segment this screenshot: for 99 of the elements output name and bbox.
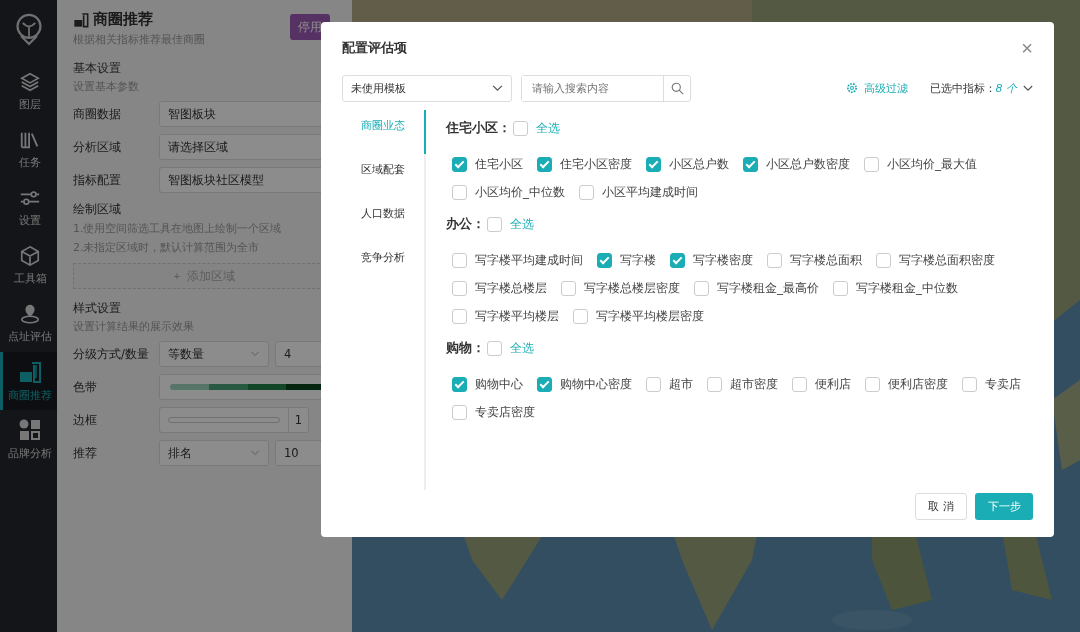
checkbox-label[interactable]: 写字楼总楼层密度 (584, 279, 680, 297)
search-icon[interactable] (670, 81, 684, 95)
checkbox[interactable] (579, 184, 594, 200)
category-tab[interactable]: 竞争分析 (342, 242, 426, 286)
checkbox-label[interactable]: 小区平均建成时间 (602, 183, 698, 201)
chevron-down-icon[interactable] (1023, 84, 1033, 92)
field-label: 色带 (73, 379, 98, 395)
sidebar-item[interactable]: 任务 (0, 120, 57, 178)
section-heading: 绘制区域 (73, 202, 122, 217)
close-button[interactable]: × (1021, 36, 1033, 60)
checkbox-label[interactable]: 小区总户数密度 (766, 155, 850, 173)
checkbox[interactable] (743, 156, 758, 172)
field-label: 推荐 (73, 445, 98, 461)
group-title: 住宅小区： (446, 119, 511, 137)
checkbox[interactable] (792, 376, 807, 392)
checkbox-label[interactable]: 购物中心 (475, 375, 523, 393)
template-select[interactable]: 未使用模板 (342, 74, 512, 102)
checkbox-label[interactable]: 写字楼租金_中位数 (856, 279, 958, 297)
field-label: 分级方式/数量 (73, 346, 150, 362)
checkbox[interactable] (513, 120, 528, 136)
checkbox[interactable] (452, 184, 467, 200)
checkbox[interactable] (561, 280, 576, 296)
category-tab[interactable]: 人口数据 (342, 198, 426, 242)
checkbox[interactable] (573, 308, 588, 324)
checkbox-label[interactable]: 写字楼租金_最高价 (717, 279, 819, 297)
checkbox[interactable] (452, 376, 467, 392)
panel-title: 商圈推荐 (93, 10, 153, 29)
checkbox[interactable] (452, 252, 467, 268)
checkbox-label[interactable]: 写字楼平均建成时间 (475, 251, 583, 269)
checkbox-label[interactable]: 住宅小区 (475, 155, 523, 173)
slider-value: 1 (287, 408, 308, 432)
dialog-title: 配置评估项 (342, 39, 407, 57)
checkbox-label[interactable]: 购物中心密度 (560, 375, 632, 393)
buildings-icon (18, 359, 42, 384)
buildings-icon (73, 11, 89, 28)
checkbox-label[interactable]: 专卖店 (985, 375, 1021, 393)
checkbox[interactable] (452, 280, 467, 296)
select-field[interactable]: 排名 (159, 440, 269, 466)
checkbox-label[interactable]: 写字楼总楼层 (475, 279, 547, 297)
sidebar-item[interactable]: 图层 (0, 62, 57, 120)
checkbox-label[interactable]: 写字楼总面积 (790, 251, 862, 269)
field-label: 分析区域 (73, 139, 122, 155)
checkbox[interactable] (487, 216, 502, 232)
sidebar-item[interactable]: 设置 (0, 178, 57, 236)
checkbox[interactable] (865, 376, 880, 392)
shapes-grid-icon (18, 417, 42, 442)
checkbox[interactable] (694, 280, 709, 296)
field-label: 商圈数据 (73, 106, 122, 122)
field-label: 指标配置 (73, 172, 122, 188)
checkbox[interactable] (487, 340, 502, 356)
checkbox-label[interactable]: 写字楼平均楼层密度 (596, 307, 704, 325)
checkbox[interactable] (597, 252, 612, 268)
checkbox[interactable] (537, 156, 552, 172)
checkbox[interactable] (537, 376, 552, 392)
chevron-down-icon (492, 84, 503, 92)
cancel-button[interactable]: 取 消 (915, 493, 967, 520)
checkbox-label[interactable]: 小区总户数 (669, 155, 729, 173)
checkbox[interactable] (864, 156, 879, 172)
checkbox[interactable] (452, 404, 467, 420)
checkbox-label[interactable]: 便利店 (815, 375, 851, 393)
sidebar-item[interactable]: 品牌分析 (0, 410, 57, 468)
checkbox-label[interactable]: 小区均价_中位数 (475, 183, 565, 201)
section-heading: 基本设置 (73, 61, 122, 76)
checkbox-label[interactable]: 写字楼平均楼层 (475, 307, 559, 325)
checkbox[interactable] (452, 308, 467, 324)
select-field[interactable]: 等数量 (159, 341, 269, 367)
sidebar-item[interactable]: 工具箱 (0, 236, 57, 294)
field-label: 边框 (73, 412, 98, 428)
gear-icon (845, 82, 858, 94)
checkbox[interactable] (646, 156, 661, 172)
checkbox-label[interactable]: 便利店密度 (888, 375, 948, 393)
slider-field[interactable]: 1 (159, 407, 309, 433)
location-pin-icon (19, 302, 41, 325)
checkbox[interactable] (833, 280, 848, 296)
checkbox[interactable] (707, 376, 722, 392)
selected-count-label: 已选中指标： (929, 80, 996, 96)
sidebar-item[interactable]: 点址评估 (0, 294, 57, 352)
checkbox-label[interactable]: 写字楼 (620, 251, 656, 269)
cube-icon (19, 244, 41, 267)
category-tab[interactable]: 区域配套 (342, 154, 426, 198)
checkbox-label[interactable]: 超市密度 (730, 375, 778, 393)
checkbox[interactable] (452, 156, 467, 172)
layers-icon (19, 70, 41, 93)
checkbox[interactable] (767, 252, 782, 268)
checkbox[interactable] (670, 252, 685, 268)
checkbox-label[interactable]: 写字楼密度 (693, 251, 753, 269)
group-title: 办公： (446, 215, 485, 233)
checkbox-label[interactable]: 小区均价_最大值 (887, 155, 977, 173)
checkbox[interactable] (646, 376, 661, 392)
checkbox[interactable] (962, 376, 977, 392)
checkbox-label[interactable]: 住宅小区密度 (560, 155, 632, 173)
checkbox-label[interactable]: 专卖店密度 (475, 403, 535, 421)
checkbox[interactable] (876, 252, 891, 268)
group-title: 购物： (446, 339, 485, 357)
section-heading: 样式设置 (73, 301, 122, 316)
search-field[interactable]: 请输入搜索内容 (521, 74, 691, 102)
logo-icon (13, 12, 44, 46)
checkbox-label[interactable]: 超市 (669, 375, 693, 393)
checkbox-label[interactable]: 写字楼总面积密度 (899, 251, 995, 269)
